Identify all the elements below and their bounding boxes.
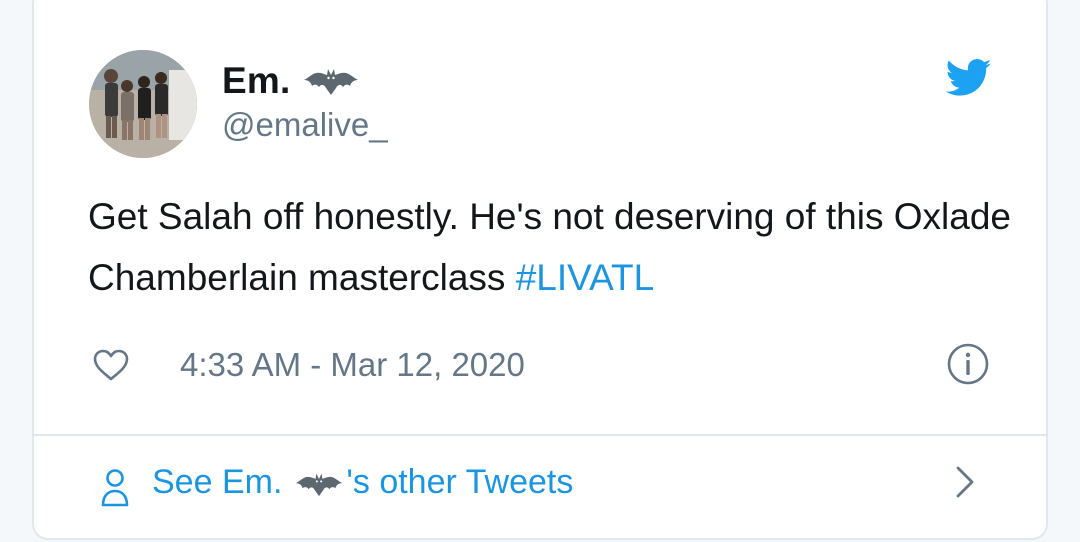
bat-emoji-icon (302, 66, 360, 96)
avatar-photo (89, 50, 197, 158)
see-other-tweets-link[interactable]: See Em. 's other Tweets (34, 436, 1046, 538)
hashtag-link[interactable]: #LIVATL (516, 257, 654, 298)
info-icon[interactable] (946, 342, 990, 386)
see-other-tweets-suffix: 's other Tweets (346, 462, 574, 501)
display-name[interactable]: Em. (222, 60, 290, 102)
see-other-tweets-prefix: See Em. (152, 462, 283, 501)
person-icon (100, 468, 130, 508)
see-other-tweets-label[interactable]: See Em. 's other Tweets (152, 458, 573, 506)
display-name-row[interactable]: Em. (222, 58, 360, 104)
tweet-meta-row: 4:33 AM - Mar 12, 2020 (88, 342, 1008, 392)
timestamp[interactable]: 4:33 AM - Mar 12, 2020 (180, 346, 525, 384)
chevron-right-icon[interactable] (954, 464, 976, 500)
avatar[interactable] (89, 50, 197, 158)
bat-emoji-icon (294, 468, 344, 497)
tweet-card: Em. @emalive_ Get Salah off honestly. He… (32, 0, 1048, 540)
tweet-text: Get Salah off honestly. He's not deservi… (88, 186, 1018, 308)
handle[interactable]: @emalive_ (222, 106, 388, 144)
twitter-bird-icon[interactable] (945, 58, 992, 98)
heart-icon[interactable] (92, 348, 130, 382)
